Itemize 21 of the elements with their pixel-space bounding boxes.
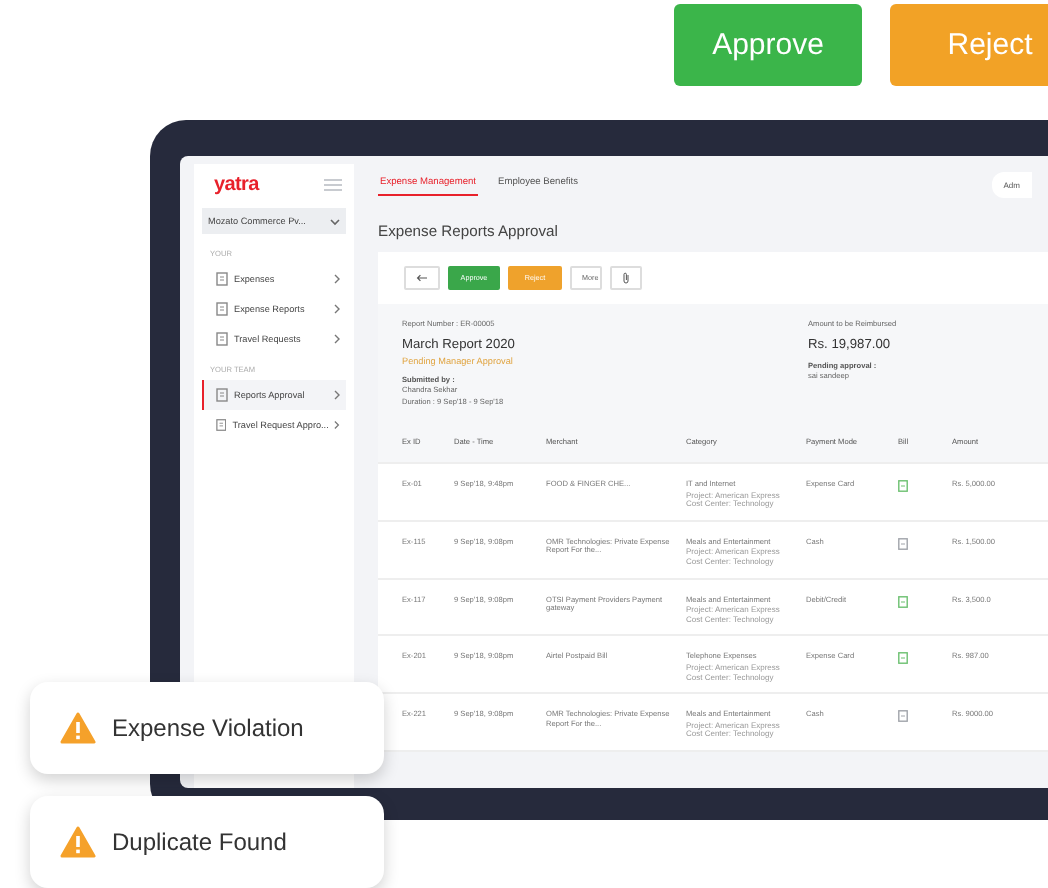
document-icon bbox=[216, 388, 228, 402]
chevron-icon bbox=[334, 274, 340, 284]
warning-icon bbox=[60, 826, 96, 858]
document-icon bbox=[216, 332, 228, 346]
chevron-icon bbox=[334, 390, 340, 400]
chevron-icon bbox=[334, 304, 340, 314]
alert-text: Expense Violation bbox=[112, 714, 304, 742]
logo: yatra bbox=[214, 174, 259, 196]
attachment-button[interactable] bbox=[610, 266, 642, 290]
chevron-icon bbox=[334, 334, 340, 344]
chevron-icon bbox=[334, 420, 340, 430]
menu-icon bbox=[324, 178, 342, 192]
document-icon bbox=[216, 418, 227, 432]
warning-icon bbox=[60, 712, 96, 744]
alert-text: Duplicate Found bbox=[112, 828, 287, 856]
caret-icon bbox=[330, 217, 340, 225]
arrow-left-icon bbox=[416, 274, 428, 282]
paperclip-icon bbox=[622, 272, 630, 284]
document-icon bbox=[216, 302, 228, 316]
back-button[interactable] bbox=[404, 266, 440, 290]
document-icon bbox=[216, 272, 228, 286]
